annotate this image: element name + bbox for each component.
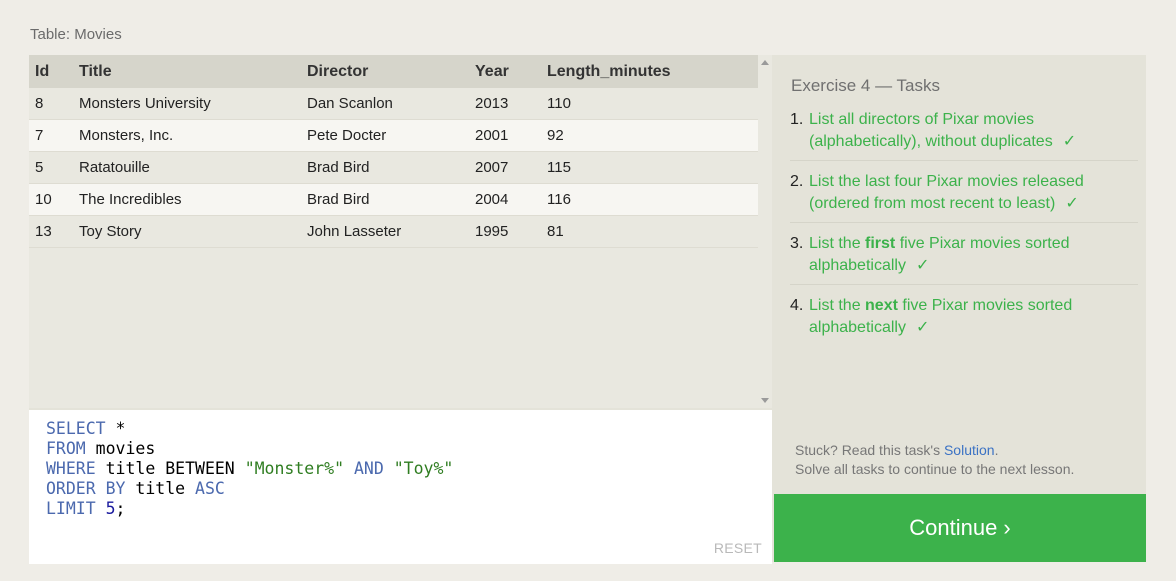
exercise-panel: Id Title Director Year Length_minutes 8 … — [29, 55, 1146, 564]
results-table-container: Id Title Director Year Length_minutes 8 … — [29, 55, 758, 408]
task-text: first — [865, 235, 896, 252]
solution-link[interactable]: Solution — [944, 442, 995, 458]
results-table: Id Title Director Year Length_minutes 8 … — [29, 55, 758, 248]
cell-id: 5 — [29, 151, 79, 184]
table-header-row: Id Title Director Year Length_minutes — [29, 55, 758, 88]
code-token: 5 — [105, 499, 116, 518]
stuck-prefix: Stuck? Read this task's — [795, 442, 944, 458]
cell-length: 81 — [547, 215, 758, 248]
cell-id: 8 — [29, 88, 79, 120]
code-token: movies — [85, 439, 156, 458]
cell-length: 110 — [547, 88, 758, 120]
stuck-hint: Stuck? Read this task's Solution. Solve … — [795, 441, 1074, 479]
code-token: "Toy%" — [393, 459, 454, 478]
task-number: 4. — [790, 297, 804, 314]
code-token: "Monster%" — [244, 459, 345, 478]
cell-length: 116 — [547, 183, 758, 216]
code-token: ; — [115, 499, 126, 518]
checkmark-icon: ✓ — [1065, 195, 1079, 212]
table-row: 10 The Incredibles Brad Bird 2004 116 — [29, 183, 758, 216]
code-token: SELECT — [46, 419, 106, 438]
cell-director: Dan Scanlon — [307, 88, 475, 120]
tasks-panel: Exercise 4 — Tasks 1. List all directors … — [772, 55, 1146, 494]
cell-year: 2004 — [475, 183, 547, 216]
task-text: next — [865, 297, 898, 314]
cell-year: 2013 — [475, 88, 547, 120]
checkmark-icon: ✓ — [915, 319, 930, 336]
scroll-up-arrow-icon[interactable] — [761, 60, 769, 65]
table-row: 8 Monsters University Dan Scanlon 2013 1… — [29, 88, 758, 120]
table-row: 13 Toy Story John Lasseter 1995 81 — [29, 215, 758, 248]
cell-year: 2001 — [475, 119, 547, 152]
cell-id: 7 — [29, 119, 79, 152]
cell-title: The Incredibles — [79, 183, 307, 216]
cell-year: 2007 — [475, 151, 547, 184]
checkmark-icon: ✓ — [915, 257, 930, 274]
column-header-title: Title — [79, 55, 307, 88]
task-number: 1. — [790, 111, 804, 128]
code-token: title — [125, 479, 196, 498]
code-token: title BETWEEN — [95, 459, 245, 478]
cell-title: Toy Story — [79, 215, 307, 248]
column-header-director: Director — [307, 55, 475, 88]
task-text: List all directors of Pixar movies (alph… — [809, 111, 1053, 150]
sql-editor[interactable]: SELECT * FROM movies WHERE title BETWEEN… — [29, 408, 772, 564]
cell-title: Monsters, Inc. — [79, 119, 307, 152]
cell-id: 13 — [29, 215, 79, 248]
stuck-suffix: . — [994, 442, 999, 458]
task-item: 2. List the last four Pixar movies releas… — [790, 169, 1138, 223]
task-list: 1. List all directors of Pixar movies (al… — [790, 107, 1138, 354]
cell-length: 92 — [547, 119, 758, 152]
task-text: List the last four Pixar movies released… — [809, 173, 1084, 212]
code-token: AND — [353, 459, 384, 478]
checkmark-icon: ✓ — [1062, 133, 1077, 150]
code-token: ORDER BY — [46, 479, 126, 498]
cell-length: 115 — [547, 151, 758, 184]
cell-director: Brad Bird — [307, 151, 475, 184]
task-item: 4. List the next five Pixar movies sorted… — [790, 293, 1138, 346]
stuck-line2: Solve all tasks to continue to the next … — [795, 461, 1075, 477]
code-token: ASC — [195, 479, 225, 498]
cell-title: Ratatouille — [79, 151, 307, 184]
cell-director: Pete Docter — [307, 119, 475, 152]
cell-year: 1995 — [475, 215, 547, 248]
task-item: 1. List all directors of Pixar movies (al… — [790, 107, 1138, 161]
table-row: 5 Ratatouille Brad Bird 2007 115 — [29, 151, 758, 184]
cell-title: Monsters University — [79, 88, 307, 120]
column-header-id: Id — [29, 55, 79, 88]
table-row: 7 Monsters, Inc. Pete Docter 2001 92 — [29, 119, 758, 152]
column-header-length: Length_minutes — [547, 55, 758, 88]
code-token: WHERE — [46, 459, 96, 478]
code-token: * — [105, 419, 126, 438]
task-text: List the — [809, 297, 866, 314]
scroll-down-arrow-icon[interactable] — [761, 398, 769, 403]
task-number: 3. — [790, 235, 804, 252]
task-text: List the — [809, 235, 866, 252]
table-caption: Table: Movies — [30, 26, 122, 43]
continue-button[interactable]: Continue › — [774, 494, 1146, 562]
code-token: LIMIT — [46, 499, 96, 518]
results-scrollbar[interactable] — [758, 55, 772, 408]
column-header-year: Year — [475, 55, 547, 88]
cell-director: Brad Bird — [307, 183, 475, 216]
cell-director: John Lasseter — [307, 215, 475, 248]
task-item: 3. List the first five Pixar movies sorte… — [790, 231, 1138, 285]
tasks-title: Exercise 4 — Tasks — [791, 76, 940, 95]
sql-code[interactable]: SELECT * FROM movies WHERE title BETWEEN… — [46, 419, 453, 519]
reset-button[interactable]: RESET — [714, 540, 762, 556]
code-token: FROM — [46, 439, 86, 458]
task-number: 2. — [790, 173, 804, 190]
cell-id: 10 — [29, 183, 79, 216]
